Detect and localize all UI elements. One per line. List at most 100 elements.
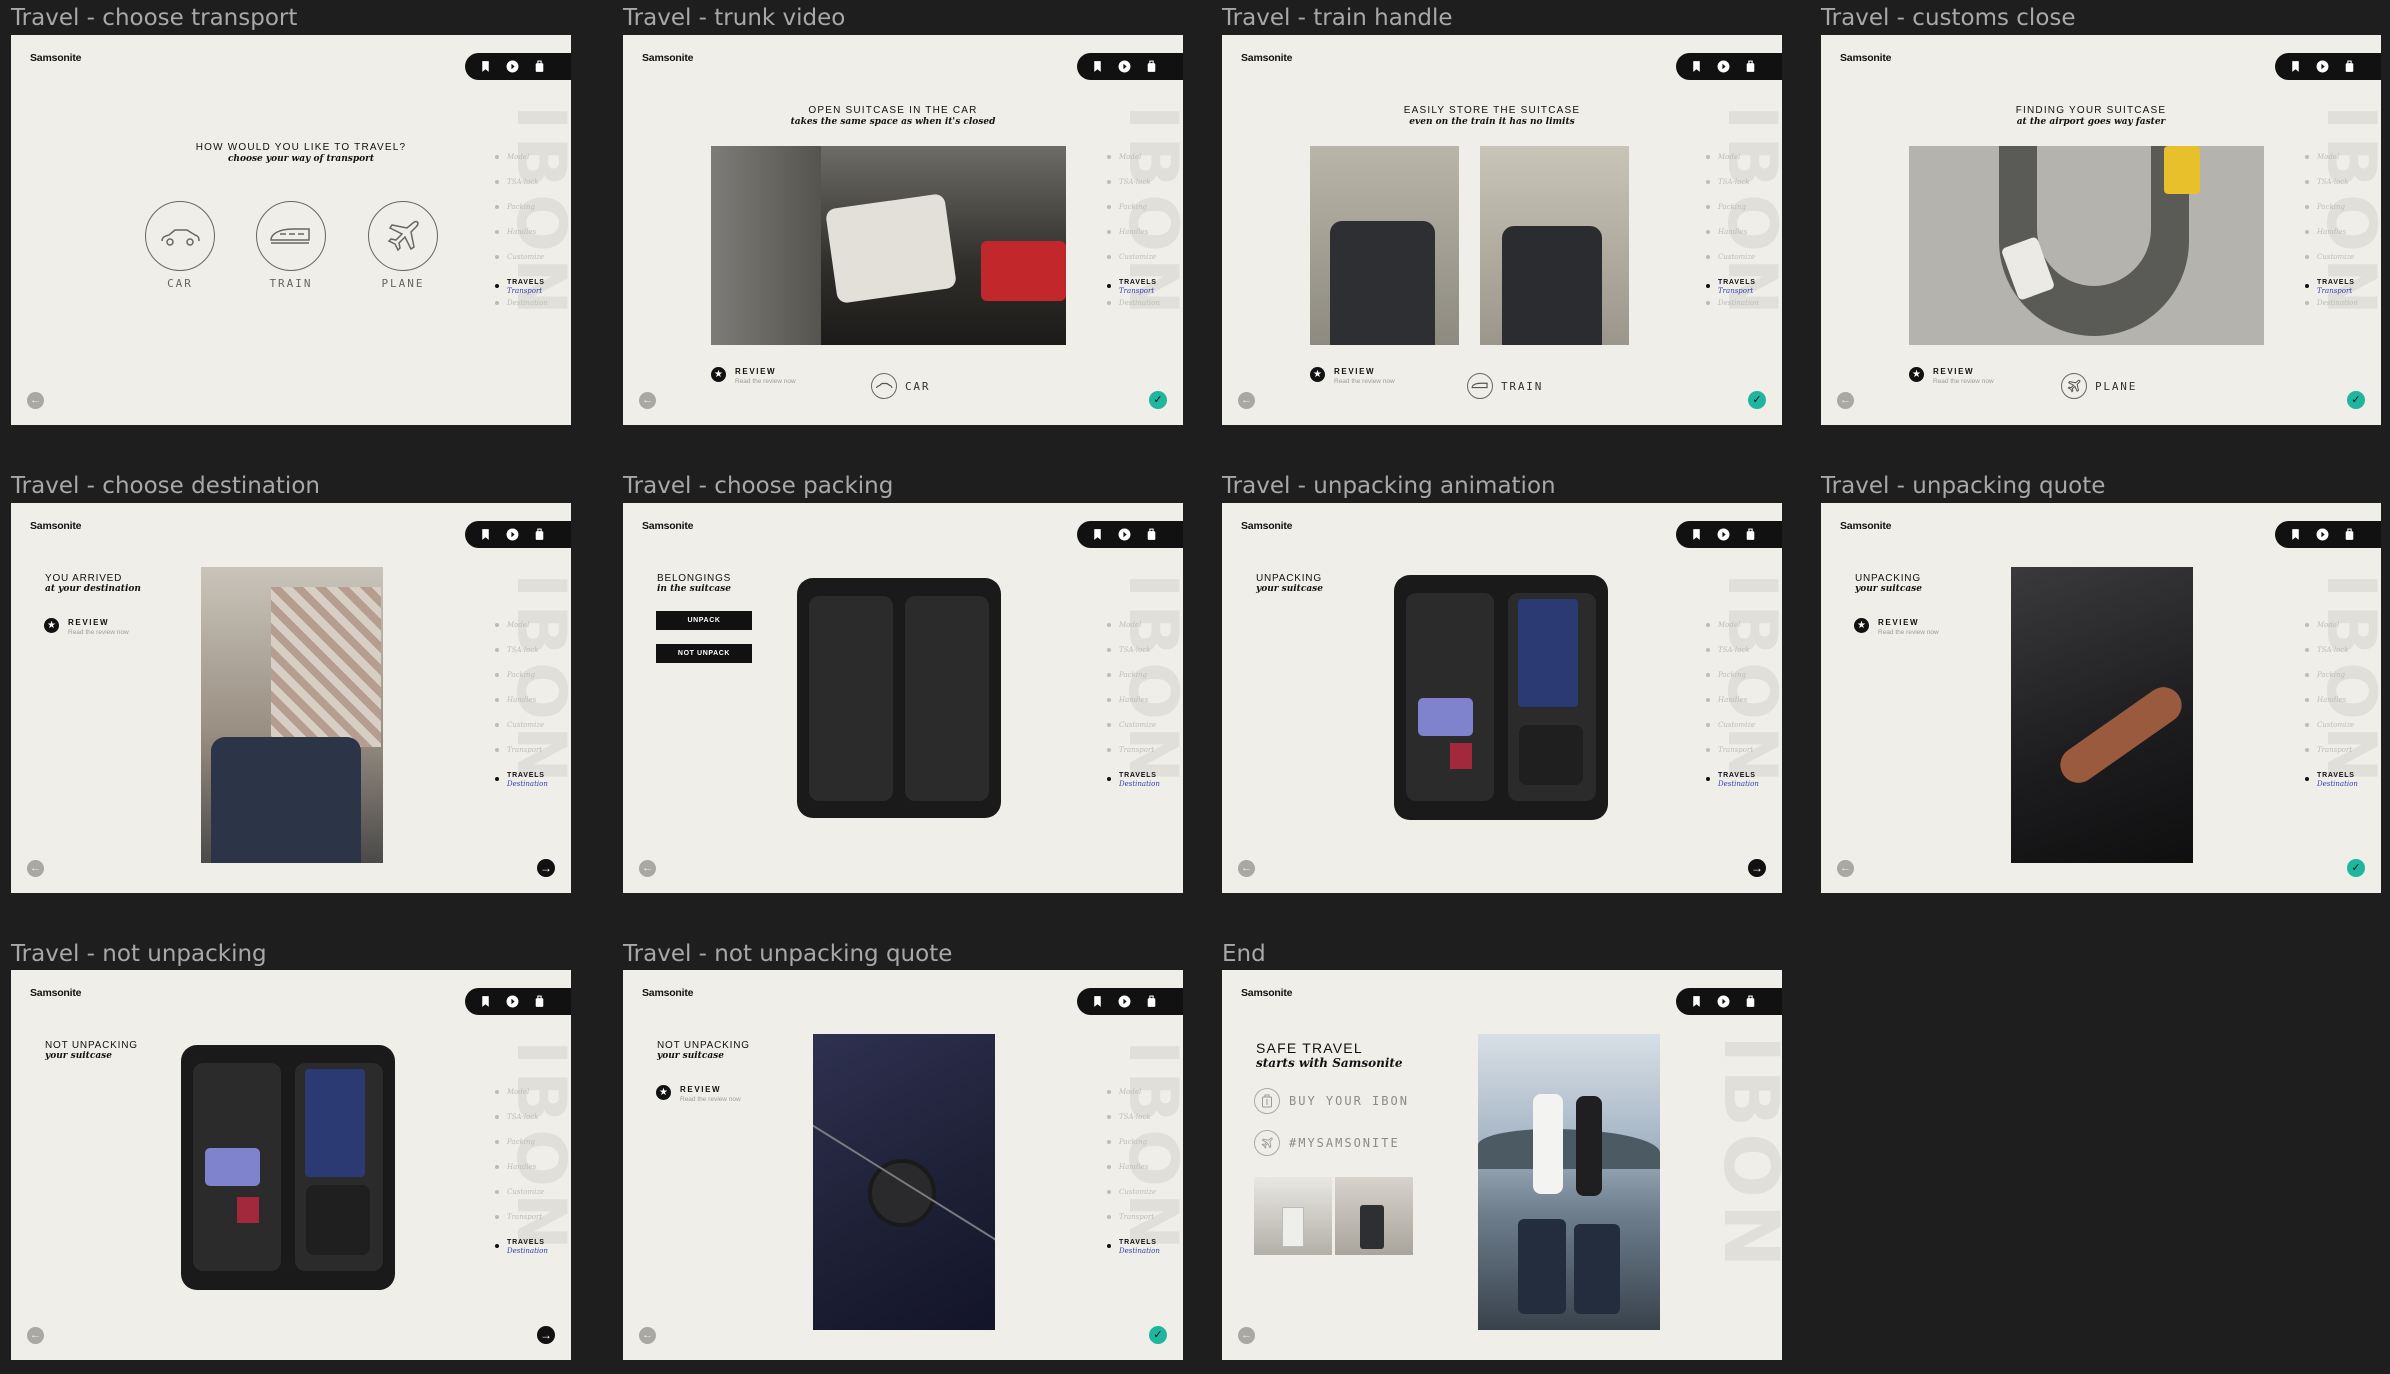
play-icon[interactable] — [2316, 60, 2329, 73]
nav-item[interactable]: Handles — [1706, 228, 1766, 253]
bookmark-icon[interactable] — [1091, 995, 1104, 1008]
suitcase-icon[interactable] — [2343, 60, 2356, 73]
review-link[interactable]: ★ REVIEW Read the review now — [1909, 367, 1994, 387]
play-icon[interactable] — [1717, 528, 1730, 541]
suitcase-icon[interactable] — [1744, 60, 1757, 73]
nav-item[interactable]: Destination — [1706, 299, 1766, 324]
nav-item[interactable]: Customize — [495, 1188, 555, 1213]
nav-item[interactable]: TSA-lock — [2305, 646, 2365, 671]
nav-item[interactable]: Packing — [1107, 203, 1167, 228]
back-button[interactable]: ← — [1837, 860, 1854, 877]
checkmark-button[interactable]: ✓ — [1149, 391, 1167, 409]
nav-item[interactable]: Destination — [495, 299, 555, 324]
checkmark-button[interactable]: ✓ — [1748, 391, 1766, 409]
suitcase-icon[interactable] — [533, 528, 546, 541]
nav-item[interactable]: Packing — [495, 203, 555, 228]
suitcase-icon[interactable] — [1145, 995, 1158, 1008]
nav-item[interactable]: TSA-lock — [1706, 178, 1766, 203]
nav-item[interactable]: TSA-lock — [1107, 178, 1167, 203]
nav-item[interactable]: Handles — [2305, 696, 2365, 721]
nav-item[interactable]: Handles — [1706, 696, 1766, 721]
play-icon[interactable] — [1118, 995, 1131, 1008]
bookmark-icon[interactable] — [479, 995, 492, 1008]
nav-item[interactable]: Handles — [495, 228, 555, 253]
nav-item[interactable]: TSA-lock — [495, 1113, 555, 1138]
frame-not-unpacking-quote[interactable]: Samsonite IBON NOT UNPACKING your suitcas… — [623, 970, 1183, 1360]
play-icon[interactable] — [1118, 528, 1131, 541]
bookmark-icon[interactable] — [1690, 528, 1703, 541]
bookmark-icon[interactable] — [1690, 995, 1703, 1008]
nav-item[interactable]: Packing — [1706, 203, 1766, 228]
bookmark-icon[interactable] — [1091, 60, 1104, 73]
back-button[interactable]: ← — [1238, 1327, 1255, 1344]
nav-item[interactable]: TSA-lock — [495, 646, 555, 671]
nav-item[interactable]: Model — [1107, 1088, 1167, 1113]
nav-item[interactable]: Model — [1107, 621, 1167, 646]
review-link[interactable]: ★ REVIEW Read the review now — [1310, 367, 1395, 387]
suitcase-icon[interactable] — [2343, 528, 2356, 541]
next-button[interactable]: → — [1748, 859, 1766, 877]
nav-item[interactable]: Packing — [2305, 203, 2365, 228]
suitcase-icon[interactable] — [1145, 528, 1158, 541]
play-icon[interactable] — [1717, 60, 1730, 73]
nav-item-active[interactable]: TRAVELS Destination — [495, 1238, 555, 1263]
bookmark-icon[interactable] — [1091, 528, 1104, 541]
back-button[interactable]: ← — [1238, 392, 1255, 409]
nav-item-active[interactable]: TRAVELS Destination — [2305, 771, 2365, 796]
bookmark-icon[interactable] — [2289, 60, 2302, 73]
suitcase-icon[interactable] — [533, 995, 546, 1008]
next-button[interactable]: → — [537, 859, 555, 877]
bookmark-icon[interactable] — [2289, 528, 2302, 541]
nav-item[interactable]: Model — [1107, 153, 1167, 178]
frame-unpacking-animation[interactable]: Samsonite IBON UNPACKING your suitcase ← … — [1222, 503, 1782, 893]
nav-item[interactable]: Handles — [2305, 228, 2365, 253]
back-button[interactable]: ← — [27, 392, 44, 409]
nav-item[interactable]: Packing — [495, 671, 555, 696]
suitcase-icon[interactable] — [1145, 60, 1158, 73]
review-link[interactable]: ★ REVIEW Read the review now — [656, 1085, 741, 1105]
thumbnail-2[interactable] — [1335, 1177, 1413, 1255]
frame-train-handle[interactable]: Samsonite IBON EASILY STORE THE SUITCASE… — [1222, 35, 1782, 425]
review-link[interactable]: ★ REVIEW Read the review now — [1854, 618, 1939, 638]
bookmark-icon[interactable] — [479, 60, 492, 73]
nav-item[interactable]: TSA-lock — [1107, 1113, 1167, 1138]
thumbnail-1[interactable] — [1254, 1177, 1332, 1255]
nav-item[interactable]: TSA-lock — [495, 178, 555, 203]
nav-item-active[interactable]: TRAVELS Destination — [495, 771, 555, 796]
option-train[interactable]: TRAIN — [255, 201, 327, 290]
suitcase-icon[interactable] — [533, 60, 546, 73]
nav-item[interactable]: Customize — [2305, 721, 2365, 746]
next-button[interactable]: → — [537, 1326, 555, 1344]
back-button[interactable]: ← — [639, 860, 656, 877]
frame-choose-transport[interactable]: Samsonite IBON HOW WOULD YOU LIKE TO TRA… — [11, 35, 571, 425]
nav-item[interactable]: TSA-lock — [1107, 646, 1167, 671]
nav-item[interactable]: Transport — [1107, 746, 1167, 771]
back-button[interactable]: ← — [639, 1327, 656, 1344]
nav-item[interactable]: Packing — [1107, 671, 1167, 696]
nav-item[interactable]: Transport — [1706, 746, 1766, 771]
checkmark-button[interactable]: ✓ — [2347, 391, 2365, 409]
nav-item[interactable]: Model — [2305, 621, 2365, 646]
trunk-video[interactable] — [711, 146, 1066, 345]
back-button[interactable]: ← — [27, 860, 44, 877]
nav-item[interactable]: Destination — [2305, 299, 2365, 324]
nav-item-active[interactable]: TRAVELS Destination — [1107, 1238, 1167, 1263]
nav-item[interactable]: Model — [2305, 153, 2365, 178]
nav-item[interactable]: Customize — [1107, 253, 1167, 278]
play-icon[interactable] — [2316, 528, 2329, 541]
nav-item[interactable]: Transport — [495, 746, 555, 771]
nav-item[interactable]: Handles — [1107, 228, 1167, 253]
nav-item[interactable]: Packing — [1706, 671, 1766, 696]
nav-item[interactable]: Customize — [495, 721, 555, 746]
nav-item[interactable]: Transport — [2305, 746, 2365, 771]
nav-item[interactable]: Customize — [2305, 253, 2365, 278]
nav-item[interactable]: Customize — [495, 253, 555, 278]
nav-item[interactable]: Destination — [1107, 299, 1167, 324]
frame-unpacking-quote[interactable]: Samsonite IBON UNPACKING your suitcase ★ … — [1821, 503, 2381, 893]
option-car[interactable]: CAR — [144, 201, 216, 290]
nav-item[interactable]: Model — [495, 1088, 555, 1113]
frame-not-unpacking[interactable]: Samsonite IBON NOT UNPACKING your suitcas… — [11, 970, 571, 1360]
nav-item[interactable]: Packing — [1107, 1138, 1167, 1163]
play-icon[interactable] — [1717, 995, 1730, 1008]
bookmark-icon[interactable] — [479, 528, 492, 541]
